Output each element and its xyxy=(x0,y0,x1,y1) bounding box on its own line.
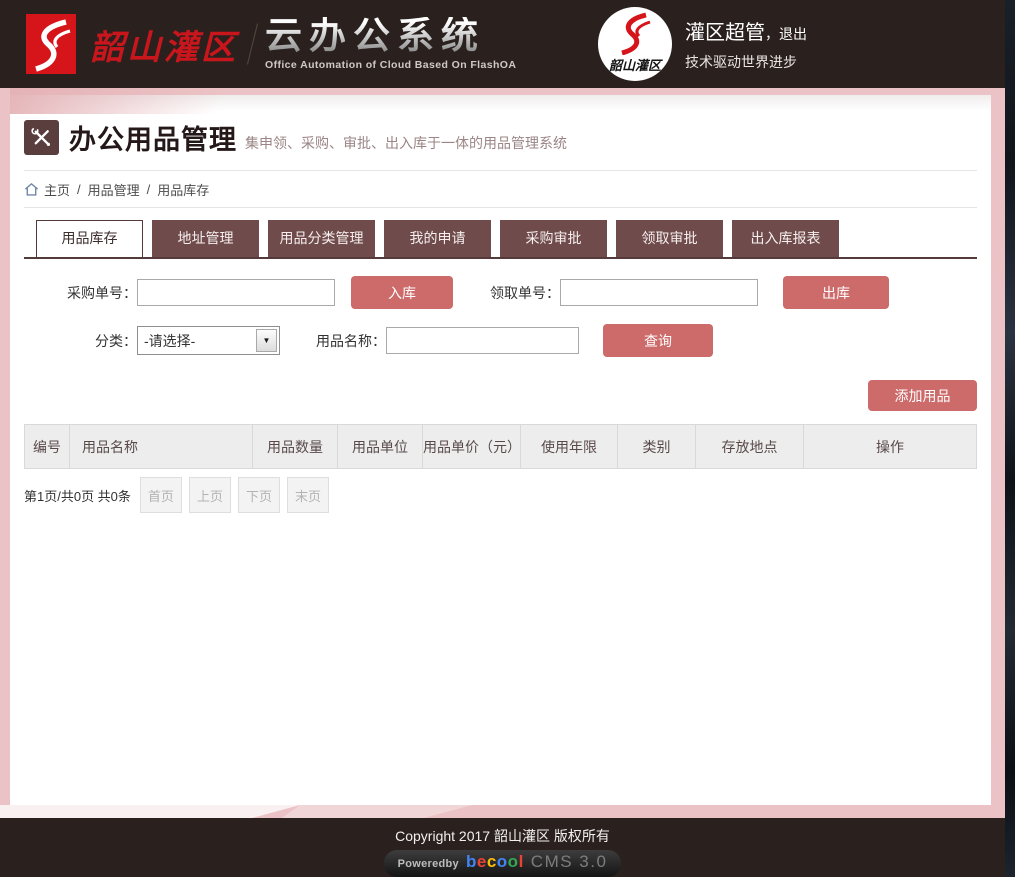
col-header-id: 编号 xyxy=(25,425,70,469)
item-name-input[interactable] xyxy=(386,327,579,354)
avatar-caption: 韶山灌区 xyxy=(598,55,672,74)
tab-category-management[interactable]: 用品分类管理 xyxy=(268,220,375,257)
becool-letter: e xyxy=(477,852,487,871)
category-label: 分类： xyxy=(24,331,137,351)
col-header-item-name: 用品名称 xyxy=(70,425,253,469)
tab-address-management[interactable]: 地址管理 xyxy=(152,220,259,257)
becool-letter: c xyxy=(487,852,497,871)
breadcrumb-separator: / xyxy=(145,182,153,197)
app-title-block: 云办公系统 Office Automation of Cloud Based O… xyxy=(265,17,516,71)
breadcrumb: 主页 / 用品管理 / 用品库存 xyxy=(24,171,977,208)
browser-canvas: 韶山灌区 云办公系统 Office Automation of Cloud Ba… xyxy=(0,0,1015,877)
outbound-button[interactable]: 出库 xyxy=(783,276,889,309)
powered-by-label: Poweredby xyxy=(398,858,459,870)
col-header-storage-location: 存放地点 xyxy=(696,425,804,469)
filter-row-1: 采购单号： 入库 领取单号： 出库 xyxy=(24,276,977,309)
purchase-no-label: 采购单号： xyxy=(24,283,137,303)
app-footer: Copyright 2017 韶山灌区 版权所有 Poweredby becoo… xyxy=(0,818,1005,877)
pickup-no-input[interactable] xyxy=(560,279,758,306)
bottom-band-decoration-pink xyxy=(282,805,472,818)
item-name-label: 用品名称： xyxy=(316,331,386,351)
tab-inventory[interactable]: 用品库存 xyxy=(36,220,143,257)
col-header-category: 类别 xyxy=(618,425,696,469)
select-dropdown-arrow-icon[interactable]: ▼ xyxy=(256,329,277,352)
tab-my-requests[interactable]: 我的申请 xyxy=(384,220,491,257)
tab-inout-report[interactable]: 出入库报表 xyxy=(732,220,839,257)
filter-panel: 采购单号： 入库 领取单号： 出库 分类： -请选择- ▼ 用品名称： 查询 xyxy=(24,259,977,411)
page-container: 韶山灌区 云办公系统 Office Automation of Cloud Ba… xyxy=(0,0,1005,877)
inventory-table: 编号 用品名称 用品数量 用品单位 用品单价（元） 使用年限 类别 存放地点 操… xyxy=(24,424,977,469)
becool-letter: o xyxy=(497,852,508,871)
office-supplies-icon xyxy=(24,120,59,155)
pagination-summary: 第1页/共0页 共0条 xyxy=(24,486,131,505)
app-header: 韶山灌区 云办公系统 Office Automation of Cloud Ba… xyxy=(0,0,1005,88)
breadcrumb-current: 用品库存 xyxy=(157,180,209,199)
content-card: 办公用品管理 集申领、采购、审批、出入库于一体的用品管理系统 主页 / 用品管理… xyxy=(10,95,991,805)
bottom-band-decoration-light xyxy=(0,805,300,818)
search-button[interactable]: 查询 xyxy=(603,324,713,357)
tab-purchase-approval[interactable]: 采购审批 xyxy=(500,220,607,257)
add-item-button[interactable]: 添加用品 xyxy=(868,380,977,411)
becool-logo: becool xyxy=(466,852,524,872)
page-title: 办公用品管理 xyxy=(69,118,237,157)
table-header-row: 编号 用品名称 用品数量 用品单位 用品单价（元） 使用年限 类别 存放地点 操… xyxy=(25,425,977,469)
breadcrumb-home[interactable]: 主页 xyxy=(44,180,70,199)
slogan: 技术驱动世界进步 xyxy=(685,52,807,72)
copyright-text: Copyright 2017 韶山灌区 版权所有 xyxy=(0,826,1005,846)
app-subtitle: Office Automation of Cloud Based On Flas… xyxy=(265,59,516,71)
logout-link[interactable]: 退出 xyxy=(779,26,807,42)
col-header-unit: 用品单位 xyxy=(338,425,423,469)
becool-letter: b xyxy=(466,852,477,871)
pagination: 第1页/共0页 共0条 首页 上页 下页 末页 xyxy=(24,477,977,513)
becool-letter: o xyxy=(508,852,519,871)
last-page-button[interactable]: 末页 xyxy=(287,477,329,513)
col-header-actions: 操作 xyxy=(804,425,977,469)
user-text: 灌区超管，退出 技术驱动世界进步 xyxy=(685,16,807,72)
col-header-service-life: 使用年限 xyxy=(521,425,618,469)
brand-logo-icon xyxy=(26,14,76,74)
breadcrumb-separator: / xyxy=(75,182,83,197)
home-icon xyxy=(24,182,39,197)
purchase-no-input[interactable] xyxy=(137,279,335,306)
cms-badge: Poweredby becool CMS 3.0 xyxy=(384,850,622,877)
app-title: 云办公系统 xyxy=(265,17,516,56)
brand-divider xyxy=(247,24,258,65)
avatar: 韶山灌区 xyxy=(598,7,672,81)
username: 灌区超管 xyxy=(685,22,765,44)
user-line: 灌区超管，退出 xyxy=(685,16,807,45)
first-page-button[interactable]: 首页 xyxy=(140,477,182,513)
category-selected-value: -请选择- xyxy=(138,331,256,351)
category-select[interactable]: -请选择- ▼ xyxy=(137,326,280,355)
page-title-bar: 办公用品管理 集申领、采购、审批、出入库于一体的用品管理系统 xyxy=(24,95,977,157)
prev-page-button[interactable]: 上页 xyxy=(189,477,231,513)
col-header-quantity: 用品数量 xyxy=(253,425,338,469)
filter-row-3: 添加用品 xyxy=(24,380,977,411)
inbound-button[interactable]: 入库 xyxy=(351,276,453,309)
col-header-unit-price: 用品单价（元） xyxy=(423,425,521,469)
filter-row-2: 分类： -请选择- ▼ 用品名称： 查询 xyxy=(24,324,977,357)
pickup-no-label: 领取单号： xyxy=(490,283,560,303)
tab-bar: 用品库存 地址管理 用品分类管理 我的申请 采购审批 领取审批 出入库报表 xyxy=(24,220,977,259)
brand-block: 韶山灌区 云办公系统 Office Automation of Cloud Ba… xyxy=(0,0,1005,88)
tab-pickup-approval[interactable]: 领取审批 xyxy=(616,220,723,257)
logout-separator: ， xyxy=(765,26,779,42)
becool-letter: l xyxy=(519,852,524,871)
cms-version-label: CMS 3.0 xyxy=(531,852,608,872)
next-page-button[interactable]: 下页 xyxy=(238,477,280,513)
user-area: 韶山灌区 灌区超管，退出 技术驱动世界进步 xyxy=(598,4,807,84)
breadcrumb-supplies-management[interactable]: 用品管理 xyxy=(88,180,140,199)
brand-calligraphy: 韶山灌区 xyxy=(90,20,238,69)
page-subtitle: 集申领、采购、审批、出入库于一体的用品管理系统 xyxy=(245,123,567,153)
